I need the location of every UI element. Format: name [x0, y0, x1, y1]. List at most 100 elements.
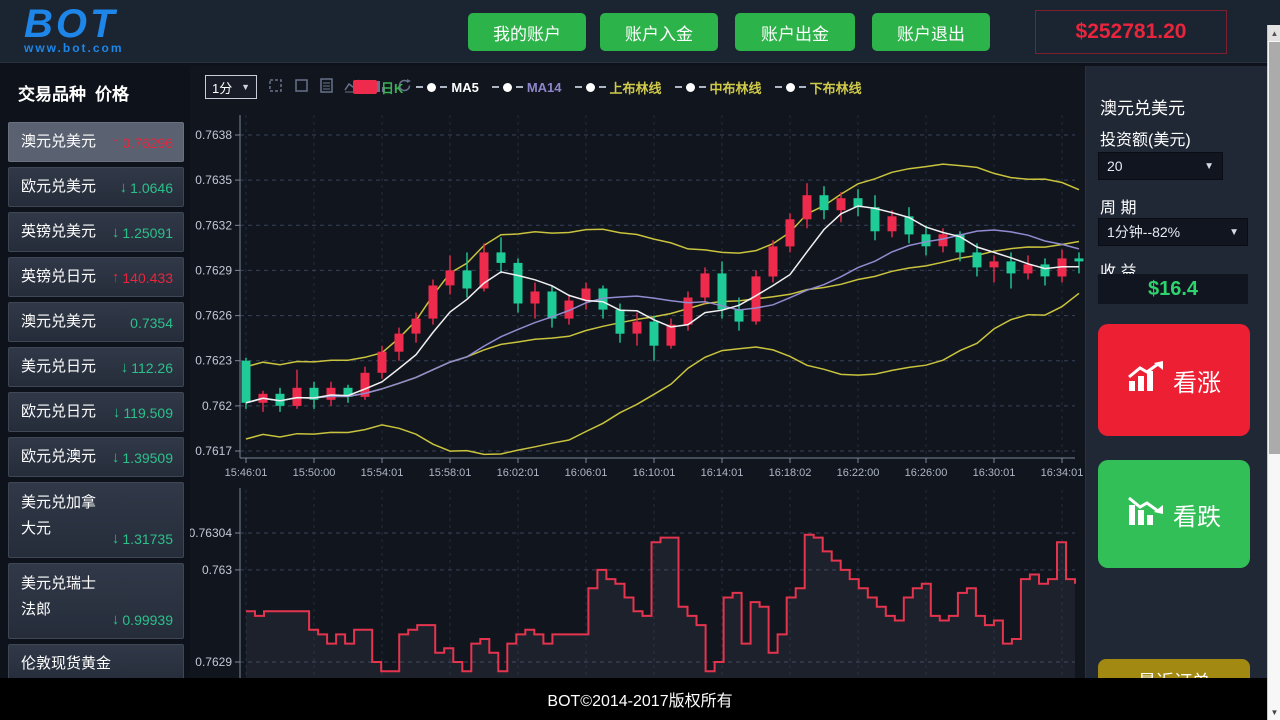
my-account-button[interactable]: 我的账户 — [468, 13, 586, 51]
sidebar-item-0[interactable]: 澳元兑美元↑0.76296 — [8, 122, 184, 162]
down-arrow-icon: ↓ — [112, 224, 120, 241]
pair-name: 英镑兑日元 — [21, 258, 96, 296]
caret-down-icon: ▼ — [1204, 161, 1214, 172]
svg-text:0.7632: 0.7632 — [195, 218, 232, 232]
svg-text:16:22:00: 16:22:00 — [837, 467, 880, 479]
logout-button[interactable]: 账户退出 — [872, 13, 990, 51]
deposit-button[interactable]: 账户入金 — [600, 13, 718, 51]
logo: BOT www.bot.com — [24, 4, 124, 54]
pair-name: 澳元兑美元 — [21, 303, 96, 341]
sidebar-item-6[interactable]: 欧元兑日元↓119.509 — [8, 392, 184, 432]
up-arrow-icon: ↑ — [112, 269, 120, 286]
svg-text:0.7629: 0.7629 — [195, 263, 232, 277]
svg-text:16:26:00: 16:26:00 — [905, 467, 948, 479]
legend-dot-icon — [786, 83, 795, 92]
svg-text:16:10:01: 16:10:01 — [633, 467, 676, 479]
legend-item-上布林线[interactable]: 上布林线 — [575, 78, 662, 97]
scrollbar-thumb[interactable] — [1269, 42, 1280, 454]
svg-text:16:14:01: 16:14:01 — [701, 467, 744, 479]
scroll-down-icon[interactable]: ▼ — [1268, 704, 1280, 720]
profit-value: $16.4 — [1098, 274, 1248, 304]
pair-price: 0.99939 — [122, 612, 173, 628]
pair-name: 英镑兑美元 — [21, 213, 96, 251]
invest-value: 20 — [1107, 158, 1123, 174]
data-view-icon[interactable] — [320, 78, 333, 93]
sidebar-item-4[interactable]: 澳元兑美元0.7354 — [8, 302, 184, 342]
pair-price: 1.39509 — [122, 450, 173, 466]
svg-text:16:02:01: 16:02:01 — [497, 467, 540, 479]
sidebar-item-5[interactable]: 美元兑日元↓112.26 — [8, 347, 184, 387]
withdraw-button[interactable]: 账户出金 — [735, 13, 855, 51]
down-arrow-icon: ↓ — [113, 404, 121, 421]
legend-dot-icon — [586, 83, 595, 92]
pair-price: 1.25091 — [122, 225, 173, 241]
legend-dot-icon — [686, 83, 695, 92]
down-arrow-icon: ↓ — [112, 611, 120, 628]
sidebar-col-price: 价格 — [95, 80, 129, 105]
legend-item-中布林线[interactable]: 中布林线 — [675, 78, 762, 97]
period-select[interactable]: 1分钟--82% ▼ — [1098, 218, 1248, 246]
tick-chart[interactable]: 0.76304 0.763 0.7629 — [190, 480, 1085, 678]
pair-name: 欧元兑美元 — [21, 168, 96, 206]
down-arrow-icon: ↓ — [112, 449, 120, 466]
caret-down-icon: ▼ — [1229, 227, 1239, 238]
legend-dot-icon — [503, 83, 512, 92]
select-zoom-icon[interactable] — [268, 78, 283, 93]
legend-item-日K[interactable]: 日K — [353, 78, 403, 97]
svg-text:15:58:01: 15:58:01 — [429, 467, 472, 479]
put-label: 看跌 — [1173, 497, 1221, 532]
sidebar-item-9[interactable]: 美元兑瑞士法郎 ↓0.99939 — [8, 563, 184, 639]
pair-name: 欧元兑澳元 — [21, 438, 96, 476]
rise-icon — [1127, 361, 1165, 400]
svg-text:0.763: 0.763 — [202, 563, 232, 577]
header: BOT www.bot.com 我的账户 账户入金 账户出金 账户退出 $252… — [0, 0, 1280, 63]
sidebar-item-8[interactable]: 美元兑加拿大元↓1.31735 — [8, 482, 184, 558]
interval-select[interactable]: 1分 ▼ — [205, 75, 257, 99]
pair-price: 0.76296 — [122, 135, 173, 151]
copyright-text: BOT©2014-2017版权所有 — [547, 687, 732, 711]
sidebar-item-2[interactable]: 英镑兑美元 ↓1.25091 — [8, 212, 184, 252]
svg-text:0.7623: 0.7623 — [195, 354, 232, 368]
scroll-up-icon[interactable]: ▲ — [1268, 25, 1280, 41]
svg-text:15:46:01: 15:46:01 — [225, 467, 268, 479]
svg-text:0.76304: 0.76304 — [190, 526, 232, 540]
logo-url: www.bot.com — [24, 42, 124, 54]
svg-text:0.7629: 0.7629 — [195, 655, 232, 669]
invest-select[interactable]: 20 ▼ — [1098, 152, 1223, 180]
zoom-reset-icon[interactable] — [294, 78, 309, 93]
call-button[interactable]: 看涨 — [1098, 324, 1250, 436]
svg-text:16:06:01: 16:06:01 — [565, 467, 608, 479]
put-button[interactable]: 看跌 — [1098, 460, 1250, 568]
legend-item-MA14[interactable]: MA14 — [492, 80, 562, 95]
svg-text:0.7638: 0.7638 — [195, 128, 232, 142]
sidebar-col-product: 交易品种 — [18, 80, 86, 105]
svg-text:16:34:01: 16:34:01 — [1041, 467, 1084, 479]
sidebar-item-1[interactable]: 欧元兑美元↓1.0646 — [8, 167, 184, 207]
svg-text:0.7635: 0.7635 — [195, 173, 232, 187]
legend-dot-icon — [427, 83, 436, 92]
chart-panel: 1分 ▼ 日K MA5 MA14 上布林线中布林线下布林线 15:46:01 15:50… — [190, 66, 1085, 678]
invest-label: 投资额(美元) — [1100, 126, 1191, 150]
sidebar-item-7[interactable]: 欧元兑澳元 ↓1.39509 — [8, 437, 184, 477]
main-chart[interactable]: 15:46:0115:50:0015:54:0115:58:0116:02:01… — [190, 100, 1085, 496]
svg-text:0.7617: 0.7617 — [195, 444, 232, 458]
svg-text:16:18:02: 16:18:02 — [769, 467, 812, 479]
pair-name: 美元兑加拿大元 — [21, 483, 96, 542]
page-scrollbar[interactable]: ▲ ▼ — [1267, 25, 1280, 720]
call-label: 看涨 — [1173, 363, 1221, 398]
period-value: 1分钟--82% — [1107, 222, 1180, 242]
fall-icon — [1127, 495, 1165, 534]
sidebar-item-3[interactable]: 英镑兑日元↑140.433 — [8, 257, 184, 297]
pair-price: 1.31735 — [122, 531, 173, 547]
sidebar: 交易品种 价格 澳元兑美元↑0.76296欧元兑美元↓1.0646英镑兑美元↓1… — [0, 66, 190, 678]
down-arrow-icon: ↓ — [120, 179, 128, 196]
pair-price: 112.26 — [131, 360, 173, 376]
legend-item-MA5[interactable]: MA5 — [416, 80, 478, 95]
pair-name: 美元兑日元 — [21, 348, 96, 386]
up-arrow-icon: ↑ — [112, 134, 120, 151]
legend-item-下布林线[interactable]: 下布林线 — [775, 78, 862, 97]
caret-down-icon: ▼ — [241, 82, 250, 92]
pair-name: 美元兑瑞士法郎 — [21, 564, 96, 623]
svg-text:15:50:00: 15:50:00 — [293, 467, 336, 479]
account-balance: $252781.20 — [1035, 10, 1227, 54]
